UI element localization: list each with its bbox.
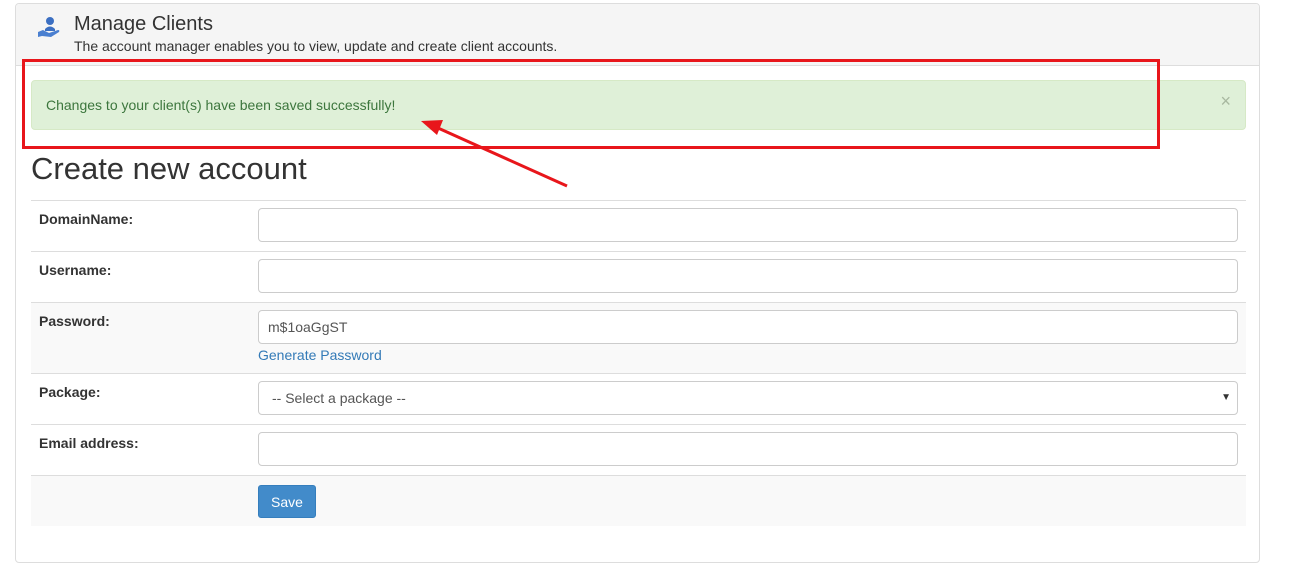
domain-name-input[interactable]: [258, 208, 1238, 242]
success-alert: Changes to your client(s) have been save…: [31, 80, 1246, 130]
domain-row: DomainName:: [31, 200, 1246, 251]
email-row: Email address:: [31, 424, 1246, 475]
alert-message: Changes to your client(s) have been save…: [46, 97, 396, 113]
save-button[interactable]: Save: [258, 485, 316, 518]
page-subtitle: The account manager enables you to view,…: [74, 38, 558, 54]
password-row: Password: Generate Password: [31, 302, 1246, 373]
password-label: Password:: [39, 313, 110, 329]
username-input[interactable]: [258, 259, 1238, 293]
package-row: Package: -- Select a package -- ▼: [31, 373, 1246, 424]
username-label: Username:: [39, 262, 112, 278]
package-select[interactable]: -- Select a package -- ▼: [258, 381, 1238, 415]
page-title: Manage Clients: [74, 13, 213, 35]
package-selected-value: -- Select a package --: [272, 390, 406, 406]
submit-row: Save: [31, 475, 1246, 526]
form-title: Create new account: [31, 151, 307, 186]
email-label: Email address:: [39, 435, 139, 451]
domain-label: DomainName:: [39, 211, 134, 227]
panel-header: Manage Clients The account manager enabl…: [16, 4, 1259, 66]
close-icon[interactable]: ×: [1220, 91, 1231, 111]
user-hand-icon: [38, 17, 60, 37]
package-label: Package:: [39, 384, 101, 400]
username-row: Username:: [31, 251, 1246, 302]
password-input[interactable]: [258, 310, 1238, 344]
email-address-input[interactable]: [258, 432, 1238, 466]
generate-password-link[interactable]: Generate Password: [258, 347, 382, 363]
caret-down-icon: ▼: [1221, 392, 1231, 403]
